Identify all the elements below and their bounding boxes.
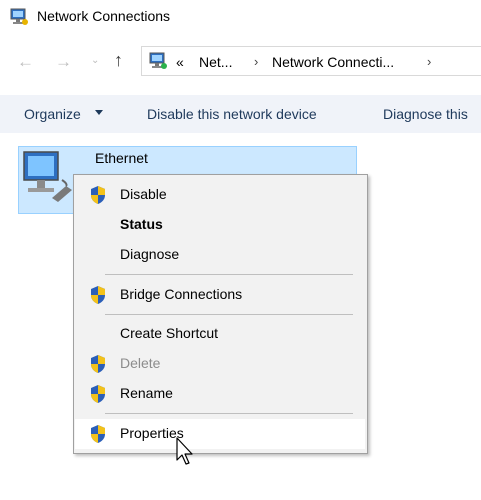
- up-button[interactable]: ↑: [114, 50, 123, 71]
- menu-item-create-shortcut[interactable]: Create Shortcut: [120, 325, 218, 341]
- menu-item-delete: Delete: [120, 355, 161, 371]
- breadcrumb-separator[interactable]: ›: [254, 54, 258, 69]
- forward-button[interactable]: →: [55, 52, 72, 72]
- menu-divider: [105, 314, 353, 315]
- network-connections-icon: [10, 8, 28, 25]
- menu-divider: [105, 413, 353, 414]
- diagnose-button[interactable]: Diagnose this: [383, 106, 468, 122]
- ethernet-adapter-icon: [23, 151, 72, 202]
- disable-device-button[interactable]: Disable this network device: [147, 106, 317, 122]
- uac-shield-icon: [91, 186, 105, 204]
- organize-button[interactable]: Organize: [24, 106, 81, 122]
- mouse-pointer-icon: [176, 437, 193, 465]
- chevron-down-icon: [95, 110, 103, 115]
- menu-item-disable[interactable]: Disable: [120, 186, 167, 202]
- ethernet-label: Ethernet: [95, 150, 148, 166]
- menu-item-status[interactable]: Status: [120, 216, 163, 232]
- breadcrumb-network-connections[interactable]: Network Connecti...: [272, 54, 394, 70]
- menu-item-highlight: [75, 419, 365, 449]
- breadcrumb-network[interactable]: Net...: [199, 54, 232, 70]
- control-panel-icon: [149, 52, 167, 69]
- menu-item-rename[interactable]: Rename: [120, 385, 173, 401]
- uac-shield-icon: [91, 355, 105, 373]
- breadcrumb-overflow[interactable]: «: [176, 54, 184, 70]
- recent-locations-button[interactable]: ⌄: [91, 55, 99, 66]
- uac-shield-icon: [91, 385, 105, 403]
- menu-item-diagnose[interactable]: Diagnose: [120, 246, 179, 262]
- back-button[interactable]: ←: [17, 52, 34, 72]
- menu-item-bridge-connections[interactable]: Bridge Connections: [120, 286, 242, 302]
- uac-shield-icon: [91, 286, 105, 304]
- window-title: Network Connections: [37, 8, 171, 24]
- uac-shield-icon: [91, 425, 105, 443]
- menu-divider: [105, 274, 353, 275]
- breadcrumb-separator[interactable]: ›: [427, 54, 431, 69]
